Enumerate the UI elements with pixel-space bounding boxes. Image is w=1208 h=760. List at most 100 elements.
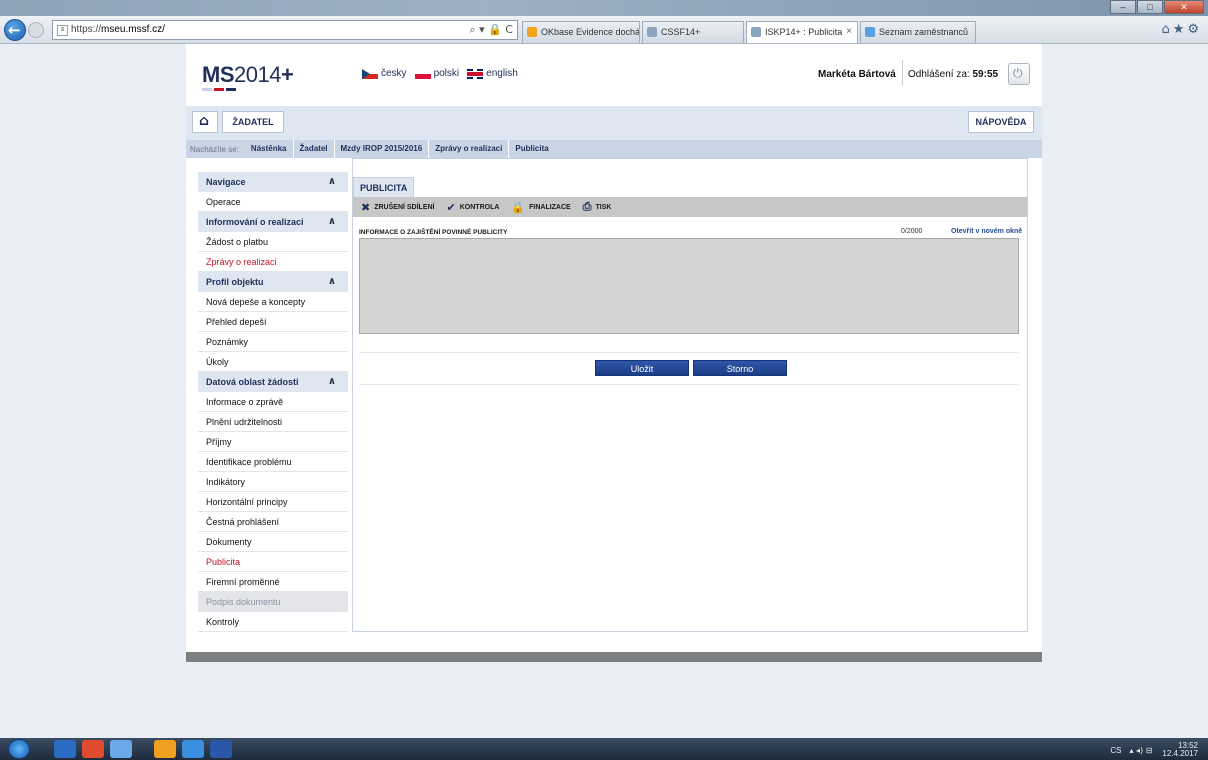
home-button[interactable] [192, 111, 218, 133]
logo-plus: + [280, 62, 294, 87]
lang-polski[interactable]: polski [414, 68, 460, 79]
publicity-textarea[interactable] [359, 238, 1019, 334]
check-button[interactable]: ✔ KONTROLA [447, 201, 500, 214]
sidebar-item-label: Profil objektu [206, 277, 264, 287]
clock[interactable]: 13:52 12.4.2017 [1162, 742, 1198, 758]
breadcrumb-item[interactable]: Publicita [508, 140, 554, 158]
lang-cesky[interactable]: česky [362, 68, 407, 79]
save-app-icon[interactable] [54, 740, 76, 758]
sidebar-item[interactable]: Firemní proměnné [198, 572, 348, 592]
sidebar-item[interactable]: Horizontální principy [198, 492, 348, 512]
checkmark-icon: ✔ [446, 200, 456, 214]
polish-flag-icon [414, 68, 431, 79]
sidebar-item-label: Úkoly [206, 357, 229, 367]
sidebar-item[interactable]: Poznámky [198, 332, 348, 352]
divider [359, 352, 1019, 353]
sidebar-item[interactable]: Nová depeše a koncepty [198, 292, 348, 312]
lang-english[interactable]: english [467, 68, 518, 79]
chevron-up-icon[interactable]: ∧ [328, 372, 336, 392]
sidebar-item[interactable]: Plnění udržitelnosti [198, 412, 348, 432]
browser-tab-cssf[interactable]: CSSF14+ [642, 21, 744, 43]
close-window-button[interactable]: ✕ [1164, 0, 1204, 14]
lang-label: polski [433, 68, 460, 79]
tab-favicon-icon [527, 27, 537, 37]
tab-favicon-icon [865, 27, 875, 37]
action-label: KONTROLA [459, 203, 500, 211]
ie-app-icon[interactable] [182, 740, 204, 758]
save-button[interactable]: Uložit [595, 360, 689, 376]
browser-toolbar-icons[interactable]: ⌂★⚙ [1161, 22, 1202, 37]
logout-label: Odhlášení za: [908, 69, 973, 80]
tab-label: Seznam zaměstnanců [879, 27, 969, 37]
chrome-app-icon[interactable] [82, 740, 104, 758]
logout-power-button[interactable] [1008, 63, 1030, 85]
finalize-button[interactable]: 🔒 FINALIZACE [511, 201, 570, 214]
sidebar-item[interactable]: Žádost o platbu [198, 232, 348, 252]
cancel-button[interactable]: Storno [693, 360, 787, 376]
tab-label: OKbase Evidence docházky [541, 27, 640, 37]
volume-icon[interactable]: ▴ ◂) ⊟ [1129, 746, 1152, 755]
sidebar-item[interactable]: Kontroly [198, 612, 348, 632]
sidebar-section[interactable]: Navigace ∧ [198, 172, 348, 192]
maximize-button[interactable]: □ [1137, 0, 1163, 14]
sidebar-section[interactable]: Informování o realizaci ∧ [198, 212, 348, 232]
tab-publicita[interactable]: PUBLICITA [353, 177, 415, 197]
sidebar-item[interactable]: Příjmy [198, 432, 348, 452]
logout-time: 59:55 [972, 69, 999, 80]
tab-favicon-icon [647, 27, 657, 37]
user-name[interactable]: Markéta Bártová [818, 69, 896, 80]
sidebar-item-label: Poznámky [206, 337, 249, 347]
notepad-app-icon[interactable] [110, 740, 132, 758]
minimize-button[interactable]: – [1110, 0, 1136, 14]
chevron-up-icon[interactable]: ∧ [328, 172, 336, 192]
open-new-window-link[interactable]: Otevřít v novém okně [951, 228, 1022, 235]
word-app-icon[interactable] [210, 740, 232, 758]
sidebar-item-label: Podpis dokumentu [206, 597, 281, 607]
windows-taskbar: CS ▴ ◂) ⊟ 13:52 12.4.2017 [0, 738, 1208, 760]
browser-tab-seznam[interactable]: Seznam zaměstnanců [860, 21, 976, 43]
address-bar[interactable]: ≡ https://mseu.mssf.cz/ ⌕ ▾ 🔒 C [52, 20, 518, 40]
chevron-up-icon[interactable]: ∧ [328, 272, 336, 292]
input-language[interactable]: CS [1110, 746, 1121, 755]
address-tools[interactable]: ⌕ ▾ 🔒 C [469, 23, 513, 37]
character-counter: 0/2000 [901, 228, 923, 235]
browser-tab-okbase[interactable]: OKbase Evidence docházky [522, 21, 640, 43]
help-button[interactable]: NÁPOVĚDA [968, 111, 1034, 133]
browser-tab-publicita[interactable]: ISKP14+ : Publicita × [746, 21, 858, 43]
header-divider [902, 60, 903, 86]
sidebar-item-label: Kontroly [206, 617, 240, 627]
sidebar-item[interactable]: Indikátory [198, 472, 348, 492]
print-button[interactable]: ⎙ TISK [583, 200, 612, 214]
chevron-up-icon[interactable]: ∧ [328, 212, 336, 232]
sidebar-item-label: Identifikace problému [206, 457, 292, 467]
system-tray: CS ▴ ◂) ⊟ 13:52 12.4.2017 [1110, 742, 1198, 758]
sidebar-item[interactable]: Publicita [198, 552, 348, 572]
sidebar-item-label: Čestná prohlášení [206, 517, 280, 527]
sidebar-item[interactable]: Zprávy o realizaci [198, 252, 348, 272]
action-label: ZRUŠENÍ SDÍLENÍ [374, 203, 435, 211]
zadatel-button[interactable]: ŽADATEL [222, 111, 284, 133]
sidebar-section[interactable]: Datová oblast žádosti ∧ [198, 372, 348, 392]
close-tab-icon[interactable]: × [846, 22, 852, 42]
breadcrumb-item[interactable]: Mzdy IROP 2015/2016 [333, 140, 429, 158]
outlook-app-icon[interactable] [154, 740, 176, 758]
breadcrumb-item[interactable]: Nástěnka [245, 140, 293, 158]
breadcrumb-item[interactable]: Zprávy o realizaci [428, 140, 508, 158]
forward-button[interactable] [28, 22, 44, 38]
ms2014-logo[interactable]: MS2014+ [202, 62, 294, 91]
sidebar-item[interactable]: Identifikace problému [198, 452, 348, 472]
cancel-sharing-button[interactable]: ✖ ZRUŠENÍ SDÍLENÍ [361, 201, 435, 214]
sidebar-item[interactable]: Informace o zprávě [198, 392, 348, 412]
start-button[interactable] [8, 739, 30, 759]
sidebar-item[interactable]: Dokumenty [198, 532, 348, 552]
publicity-field-label: INFORMACE O ZAJIŠTĚNÍ POVINNÉ PUBLICITY [359, 229, 508, 236]
sidebar-item-label: Publicita [206, 557, 241, 567]
sidebar-section[interactable]: Profil objektu ∧ [198, 272, 348, 292]
breadcrumb-item[interactable]: Žadatel [292, 140, 334, 158]
back-button[interactable] [4, 19, 26, 41]
sidebar-item[interactable]: Operace [198, 192, 348, 212]
sidebar-item[interactable]: Úkoly [198, 352, 348, 372]
close-icon: ✖ [361, 200, 371, 214]
sidebar-item[interactable]: Přehled depeší [198, 312, 348, 332]
sidebar-item[interactable]: Čestná prohlášení [198, 512, 348, 532]
